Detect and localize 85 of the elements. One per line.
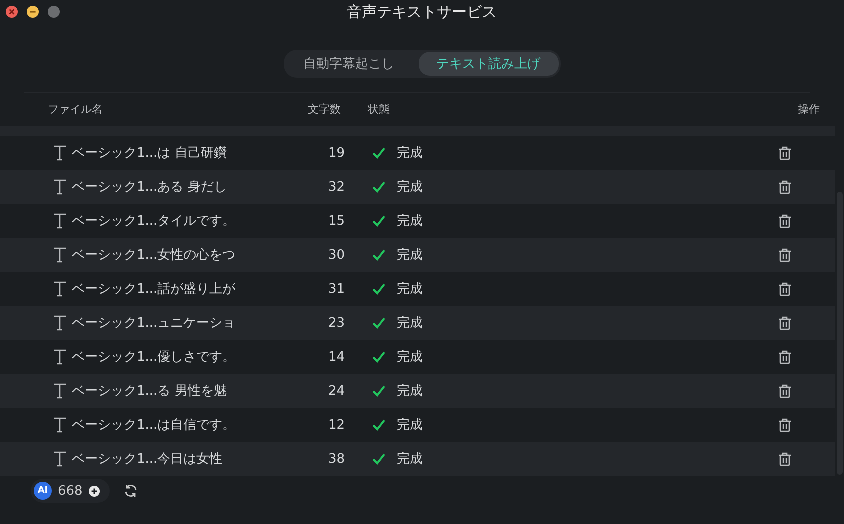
text-icon	[53, 247, 67, 263]
delete-icon[interactable]	[777, 281, 793, 297]
zoom-icon[interactable]	[48, 6, 60, 18]
table-row[interactable]: ベーシック1...今日は女性 38 完成	[0, 442, 835, 476]
status-text: 完成	[397, 247, 423, 264]
text-icon	[53, 145, 67, 161]
check-icon	[372, 249, 386, 261]
credits-count: 668	[58, 484, 83, 498]
character-count: 38	[327, 452, 345, 466]
file-name: ベーシック1...女性の心をつ	[72, 247, 236, 264]
tab[interactable]: 自動字幕起こし	[286, 52, 412, 76]
character-count: 14	[327, 350, 345, 364]
status-text: 完成	[397, 349, 423, 366]
character-count: 30	[327, 248, 345, 262]
text-icon	[53, 213, 67, 229]
character-count: 19	[327, 146, 345, 160]
table-row[interactable]: ベーシック1...は自信です。 12 完成	[0, 408, 835, 442]
table-row[interactable]: ベーシック1...優しさです。 14 完成	[0, 340, 835, 374]
character-count: 31	[327, 282, 345, 296]
check-icon	[372, 419, 386, 431]
status-text: 完成	[397, 281, 423, 298]
column-header: 操作	[798, 102, 820, 117]
ai-badge: AI	[34, 482, 52, 500]
add-icon[interactable]	[88, 486, 100, 496]
check-icon	[372, 215, 386, 227]
character-count: 24	[327, 384, 345, 398]
delete-icon[interactable]	[777, 247, 793, 263]
column-header: 文字数	[307, 102, 341, 117]
text-icon	[53, 383, 67, 399]
character-count: 12	[327, 418, 345, 432]
text-icon	[53, 451, 67, 467]
check-icon	[372, 147, 386, 159]
character-count: 15	[327, 214, 345, 228]
text-icon	[53, 315, 67, 331]
table-row[interactable]: ベーシック1...話が盛り上が 31 完成	[0, 272, 835, 306]
credits-badge[interactable]: AI 668	[31, 479, 110, 503]
status-text: 完成	[397, 179, 423, 196]
table-row[interactable]: ベーシック1...ある 身だし 32 完成	[0, 170, 835, 204]
table-row[interactable]: ベーシック1...は 自己研鑽 19 完成	[0, 136, 835, 170]
status-text: 完成	[397, 417, 423, 434]
delete-icon[interactable]	[777, 349, 793, 365]
delete-icon[interactable]	[777, 417, 793, 433]
status-text: 完成	[397, 383, 423, 400]
close-icon[interactable]	[6, 6, 18, 18]
file-name: ベーシック1...は自信です。	[72, 417, 236, 434]
status-text: 完成	[397, 451, 423, 468]
table-row[interactable]: ベーシック1...タイルです。 15 完成	[0, 204, 835, 238]
column-header: 状態	[368, 102, 391, 117]
refresh-icon[interactable]	[124, 484, 138, 498]
character-count: 32	[327, 180, 345, 194]
check-icon	[372, 283, 386, 295]
file-name: ベーシック1...今日は女性	[72, 451, 223, 468]
table-row[interactable]: ベーシック1...女性の心をつ 30 完成	[0, 238, 835, 272]
window-title: 音声テキストサービス	[347, 3, 497, 22]
delete-icon[interactable]	[777, 145, 793, 161]
delete-icon[interactable]	[777, 213, 793, 229]
text-icon	[53, 179, 67, 195]
check-icon	[372, 317, 386, 329]
status-text: 完成	[397, 315, 423, 332]
file-name: ベーシック1...ュニケーショ	[72, 315, 236, 332]
file-name: ベーシック1...優しさです。	[72, 349, 236, 366]
file-name: ベーシック1...タイルです。	[72, 213, 236, 230]
check-icon	[372, 453, 386, 465]
status-text: 完成	[397, 145, 423, 162]
file-name: ベーシック1...話が盛り上が	[72, 281, 236, 298]
delete-icon[interactable]	[777, 315, 793, 331]
minimize-icon[interactable]	[27, 6, 39, 18]
check-icon	[372, 385, 386, 397]
text-icon	[53, 349, 67, 365]
tab[interactable]: テキスト読み上げ	[418, 52, 558, 76]
column-header: ファイル名	[47, 102, 104, 117]
file-name: ベーシック1...ある 身だし	[72, 179, 227, 196]
character-count: 23	[327, 316, 345, 330]
delete-icon[interactable]	[777, 179, 793, 195]
file-name: ベーシック1...は 自己研鑽	[72, 145, 227, 162]
delete-icon[interactable]	[777, 383, 793, 399]
status-text: 完成	[397, 213, 423, 230]
text-icon	[53, 417, 67, 433]
file-name: ベーシック1...る 男性を魅	[72, 383, 227, 400]
check-icon	[372, 181, 386, 193]
table-row[interactable]: ベーシック1...ュニケーショ 23 完成	[0, 306, 835, 340]
table-row[interactable]: ベーシック1...る 男性を魅 24 完成	[0, 374, 835, 408]
delete-icon[interactable]	[777, 451, 793, 467]
text-icon	[53, 281, 67, 297]
check-icon	[372, 351, 386, 363]
